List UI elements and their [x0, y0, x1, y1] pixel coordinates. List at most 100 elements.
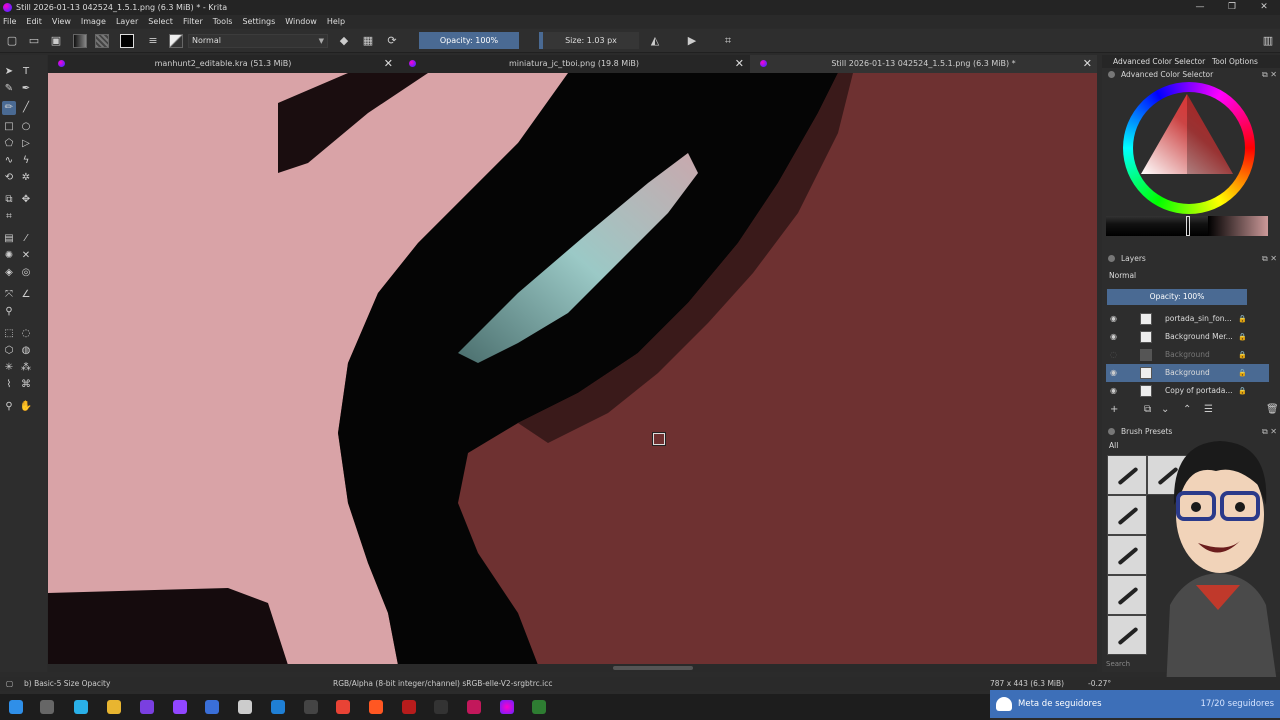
tab-tool-options[interactable]: Tool Options [1212, 55, 1258, 68]
color-saturation-triangle[interactable] [1139, 92, 1235, 176]
minimize-button[interactable]: — [1184, 0, 1216, 15]
reference-tool-icon[interactable]: ⤧ [2, 288, 16, 302]
bezier-selection-tool-icon[interactable]: ⌇ [2, 378, 16, 392]
gradient-tool-icon[interactable]: ▤ [2, 232, 16, 246]
eye-closed-icon[interactable]: ◌ [1110, 346, 1117, 364]
twitch-icon[interactable] [173, 700, 187, 714]
polygonal-selection-tool-icon[interactable]: ⬡ [2, 344, 16, 358]
menu-edit[interactable]: Edit [26, 17, 42, 26]
tab-advanced-color-selector[interactable]: Advanced Color Selector [1113, 55, 1205, 68]
duplicate-layer-icon[interactable]: ⧉ [1144, 404, 1151, 415]
open-document-icon[interactable]: ▭ [27, 34, 41, 48]
color-picker-tool-icon[interactable]: ⁄ [19, 232, 33, 246]
menu-tools[interactable]: Tools [213, 17, 233, 26]
obs-icon[interactable] [140, 700, 154, 714]
layer-properties-icon[interactable]: ☰ [1204, 404, 1213, 415]
calligraphy-tool-icon[interactable]: ✒ [19, 82, 33, 96]
select-shapes-tool-icon[interactable]: ➤ [2, 65, 16, 79]
freehand-brush-tool-icon[interactable]: ✏ [2, 101, 16, 115]
layer-row[interactable]: ◉ Background Mer... 🔒 [1106, 328, 1269, 346]
lock-icon[interactable]: 🔒 [1238, 310, 1247, 328]
measure-tool-icon[interactable]: ∠ [19, 288, 33, 302]
eye-icon[interactable]: ◉ [1110, 382, 1117, 400]
new-document-icon[interactable]: ▢ [5, 34, 19, 48]
unity-icon[interactable] [238, 700, 252, 714]
dynamic-brush-tool-icon[interactable]: ⟲ [2, 171, 16, 185]
media-player-icon[interactable] [402, 700, 416, 714]
menu-help[interactable]: Help [327, 17, 345, 26]
menu-layer[interactable]: Layer [116, 17, 138, 26]
chrome-icon[interactable] [336, 700, 350, 714]
workspace-icon[interactable]: ▥ [1261, 34, 1275, 48]
transform-tool-icon[interactable]: ⧉ [2, 193, 16, 207]
scrollbar-thumb[interactable] [613, 666, 693, 670]
menu-image[interactable]: Image [81, 17, 106, 26]
brush-settings-icon[interactable]: ≡ [146, 34, 160, 48]
size-slider[interactable]: Size: 1.03 px [539, 32, 639, 49]
assistant-tool-icon[interactable]: ✕ [19, 249, 33, 263]
lock-icon[interactable]: 🔒 [1238, 328, 1247, 346]
preserve-alpha-icon[interactable]: ▦ [361, 34, 375, 48]
tab-still[interactable]: Still 2026-01-13 042524_1.5.1.png (6.3 M… [750, 55, 1097, 73]
move-tool-icon[interactable]: ✥ [19, 193, 33, 207]
layer-row[interactable]: ◉ Copy of portada... 🔒 [1106, 382, 1269, 400]
menu-select[interactable]: Select [148, 17, 173, 26]
fill-tool-icon[interactable]: ◈ [2, 266, 16, 280]
menu-file[interactable]: File [3, 17, 16, 26]
polygon-tool-icon[interactable]: ⬠ [2, 137, 16, 151]
bezier-tool-icon[interactable]: ∿ [2, 154, 16, 168]
edge-icon[interactable] [74, 700, 88, 714]
enclose-fill-tool-icon[interactable]: ◎ [19, 266, 33, 280]
polyline-tool-icon[interactable]: ▷ [19, 137, 33, 151]
menu-view[interactable]: View [52, 17, 71, 26]
edit-shapes-tool-icon[interactable]: ✎ [2, 82, 16, 96]
opacity-slider[interactable]: Opacity: 100% [419, 32, 519, 49]
rectangular-selection-tool-icon[interactable]: ⬚ [2, 327, 16, 341]
layer-blend-mode-select[interactable]: Normal [1106, 269, 1254, 282]
menu-filter[interactable]: Filter [183, 17, 203, 26]
freehand-path-tool-icon[interactable]: ϟ [19, 154, 33, 168]
crop-tool-icon[interactable]: ⌗ [2, 210, 16, 224]
elliptical-selection-tool-icon[interactable]: ◌ [19, 327, 33, 341]
dock-float-close-icons[interactable]: ⧉ ✕ [1262, 252, 1277, 265]
crop-icon[interactable]: ⌗ [721, 34, 735, 48]
value-marker[interactable] [1186, 216, 1190, 236]
pin-tool-icon[interactable]: ⚲ [2, 305, 16, 319]
multibrush-tool-icon[interactable]: ✲ [19, 171, 33, 185]
file-explorer-icon[interactable] [107, 700, 121, 714]
dock-float-close-icons[interactable]: ⧉ ✕ [1262, 68, 1277, 81]
brush-preset-preview[interactable] [169, 34, 183, 48]
brush-preset[interactable] [1107, 455, 1147, 495]
eye-icon[interactable]: ◉ [1110, 364, 1117, 382]
close-window-button[interactable]: ✕ [1248, 0, 1280, 15]
similar-selection-tool-icon[interactable]: ⁂ [19, 361, 33, 375]
save-icon[interactable]: ▣ [49, 34, 63, 48]
layer-row[interactable]: ◉ portada_sin_fon... 🔒 [1106, 310, 1269, 328]
eye-icon[interactable]: ◉ [1110, 328, 1117, 346]
magnetic-selection-tool-icon[interactable]: ⌘ [19, 378, 33, 392]
layer-row[interactable]: ◉ Background 🔒 [1106, 364, 1269, 382]
menu-settings[interactable]: Settings [242, 17, 275, 26]
gradient-selector[interactable] [73, 34, 87, 48]
color-value-strip[interactable] [1106, 216, 1268, 236]
line-tool-icon[interactable]: ╱ [19, 101, 33, 115]
terminal-icon[interactable] [434, 700, 448, 714]
text-tool-icon[interactable]: T [19, 65, 33, 79]
brave-icon[interactable] [369, 700, 383, 714]
contiguous-selection-tool-icon[interactable]: ✳ [2, 361, 16, 375]
menu-window[interactable]: Window [285, 17, 317, 26]
mirror-vertical-icon[interactable]: ▶ [685, 34, 699, 48]
lock-icon[interactable]: 🔒 [1238, 346, 1247, 364]
close-icon[interactable]: ✕ [735, 55, 744, 73]
close-icon[interactable]: ✕ [1083, 55, 1092, 73]
brush-tag-filter[interactable]: All [1109, 441, 1118, 450]
eye-icon[interactable]: ◉ [1110, 310, 1117, 328]
reload-preset-icon[interactable]: ⟳ [385, 34, 399, 48]
maximize-button[interactable]: ❐ [1216, 0, 1248, 15]
brush-preset[interactable] [1107, 575, 1147, 615]
lock-icon[interactable]: 🔒 [1238, 364, 1247, 382]
app-icon[interactable] [467, 700, 481, 714]
lock-icon[interactable]: 🔒 [1238, 382, 1247, 400]
pattern-selector[interactable] [95, 34, 109, 48]
canvas[interactable] [48, 73, 1097, 665]
